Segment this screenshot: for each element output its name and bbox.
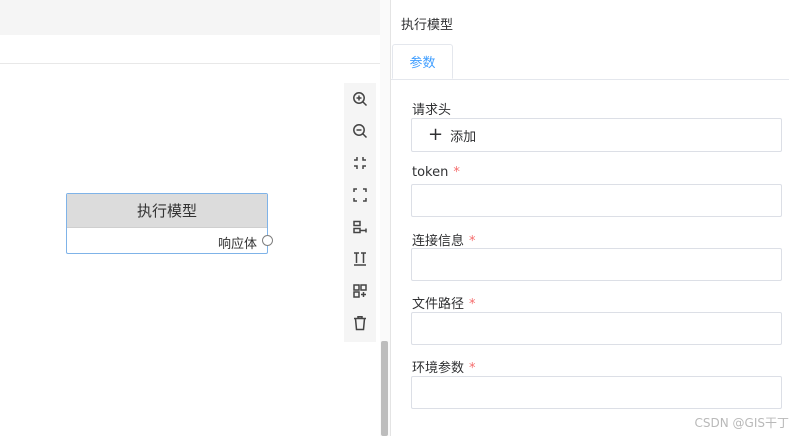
file-path-label: 文件路径 * bbox=[412, 293, 476, 312]
auto-layout-icon bbox=[353, 284, 367, 298]
connection-info-input[interactable] bbox=[411, 248, 782, 281]
token-input[interactable] bbox=[411, 184, 782, 217]
required-mark: * bbox=[469, 361, 476, 376]
watermark: CSDN @GIS干丁 bbox=[694, 416, 789, 430]
canvas-divider bbox=[0, 63, 390, 64]
env-params-label-text: 环境参数 bbox=[412, 361, 465, 376]
required-mark: * bbox=[469, 297, 476, 312]
add-header-button[interactable]: + 添加 bbox=[411, 118, 782, 152]
file-path-label-text: 文件路径 bbox=[412, 297, 465, 312]
align-horizontal-icon bbox=[353, 220, 367, 234]
shrink-button[interactable] bbox=[344, 147, 376, 179]
properties-panel: 执行模型 参数 请求头 + 添加 token * 连接信息 * 文件路径 * 环境参数… bbox=[390, 0, 799, 436]
flow-node[interactable]: 执行模型 响应体 bbox=[66, 193, 273, 254]
connection-info-label-text: 连接信息 bbox=[412, 234, 465, 249]
delete-button[interactable] bbox=[344, 307, 376, 339]
canvas-top-bar bbox=[0, 0, 390, 35]
flow-canvas[interactable]: 执行模型 响应体 bbox=[0, 0, 390, 436]
delete-icon bbox=[354, 316, 366, 331]
zoom-in-icon bbox=[353, 92, 368, 107]
panel-title: 执行模型 bbox=[401, 18, 454, 33]
add-header-label: 添加 bbox=[450, 129, 477, 145]
align-vertical-button[interactable] bbox=[344, 243, 376, 275]
node-title: 执行模型 bbox=[67, 194, 267, 228]
required-mark: * bbox=[453, 165, 460, 180]
tab-bar: 参数 bbox=[391, 44, 789, 80]
tab-params[interactable]: 参数 bbox=[392, 44, 453, 79]
zoom-out-button[interactable] bbox=[344, 115, 376, 147]
zoom-out-icon bbox=[353, 124, 368, 139]
token-label: token * bbox=[412, 165, 460, 180]
plus-icon: + bbox=[428, 124, 444, 145]
env-params-label: 环境参数 * bbox=[412, 357, 476, 376]
align-vertical-icon bbox=[354, 252, 366, 266]
canvas-scrollbar-thumb[interactable] bbox=[381, 341, 388, 436]
token-label-text: token bbox=[412, 165, 449, 180]
zoom-in-button[interactable] bbox=[344, 83, 376, 115]
fullscreen-button[interactable] bbox=[344, 179, 376, 211]
canvas-toolbar bbox=[344, 83, 376, 342]
connection-info-label: 连接信息 * bbox=[412, 230, 476, 249]
required-mark: * bbox=[469, 234, 476, 249]
output-port-handle[interactable] bbox=[262, 235, 273, 246]
request-header-label: 请求头 bbox=[412, 103, 452, 118]
shrink-icon bbox=[354, 157, 366, 169]
fullscreen-icon bbox=[353, 188, 367, 202]
node-port-label: 响应体 bbox=[217, 237, 257, 252]
align-horizontal-button[interactable] bbox=[344, 211, 376, 243]
auto-layout-button[interactable] bbox=[344, 275, 376, 307]
env-params-input[interactable] bbox=[411, 376, 782, 409]
file-path-input[interactable] bbox=[411, 312, 782, 345]
